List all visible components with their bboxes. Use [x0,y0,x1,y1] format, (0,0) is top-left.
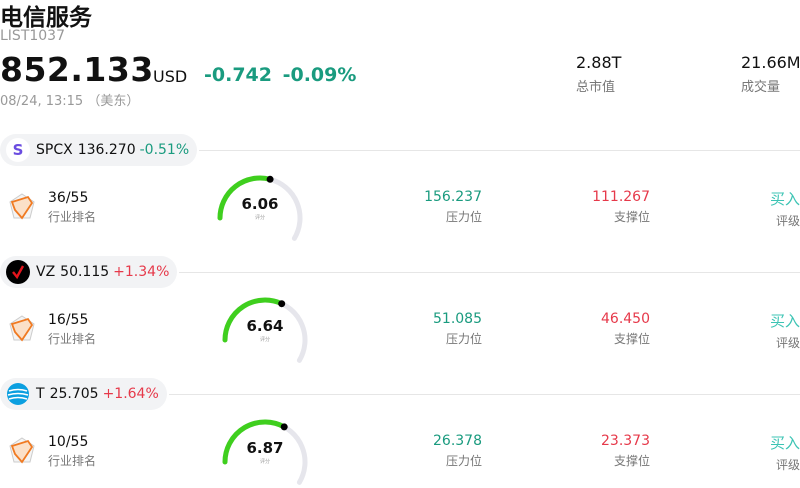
stock-change-pct: -0.51% [139,142,190,158]
analyst-rating[interactable]: 买入 评级 [770,310,800,351]
stock-pill[interactable]: T 25.705 +1.64% [0,378,167,410]
support-value: 111.267 [592,189,650,205]
support-level: 111.267 支撑位 [592,189,650,225]
market-cap-label: 总市值 [576,80,616,95]
resistance-level: 26.378 压力位 [433,433,482,469]
support-value: 46.450 [601,311,650,327]
rating-value: 买入 [769,190,800,208]
industry-rank-value: 36/55 [48,190,89,206]
att-globe-icon [6,382,30,406]
industry-rank-label: 行业排名 [48,332,97,346]
industry-rank-icon [8,192,36,222]
support-value: 23.373 [601,433,650,449]
price-change-pct: -0.09% [282,64,357,86]
industry-rank-icon [8,436,36,466]
stock-pill[interactable]: VZ 50.115 +1.34% [0,256,178,288]
rating-label: 评级 [775,458,800,472]
s-letter-icon: S [6,138,30,162]
support-level: 46.450 支撑位 [601,311,650,347]
verizon-check-icon [6,260,30,284]
volume-label: 成交量 [741,80,781,95]
rating-value: 买入 [769,434,800,452]
score-label: 评分 [259,459,270,465]
rating-value: 买入 [769,312,800,330]
stock-price: 25.705 [49,386,99,402]
rating-label: 评级 [775,214,800,228]
sector-price: 852.133 [0,50,154,89]
score-value: 6.06 [241,195,279,213]
stock-change-pct: +1.64% [102,386,159,402]
industry-rank-icon [8,314,36,344]
quote-timestamp: 08/24, 13:15 （美东） [0,94,140,109]
analyst-rating[interactable]: 买入 评级 [770,188,800,229]
resistance-value: 51.085 [433,311,482,327]
support-label: 支撑位 [613,332,650,346]
stock-symbol: SPCX [36,142,73,158]
industry-rank-label: 行业排名 [48,454,97,468]
resistance-level: 51.085 压力位 [433,311,482,347]
price-currency: USD [153,67,188,86]
score-value: 6.87 [246,439,284,457]
row-divider [199,150,800,151]
resistance-level: 156.237 压力位 [424,189,482,225]
volume-value: 21.66M [741,53,800,72]
stock-pill[interactable]: S SPCX 136.270 -0.51% [0,134,198,166]
stock-price: 136.270 [77,142,136,158]
resistance-value: 26.378 [433,433,482,449]
sector-code: LIST1037 [0,28,65,44]
stock-symbol: VZ [36,264,56,280]
resistance-value: 156.237 [424,189,482,205]
industry-rank-value: 10/55 [48,434,89,450]
support-label: 支撑位 [613,454,650,468]
resistance-label: 压力位 [445,210,482,224]
support-level: 23.373 支撑位 [601,433,650,469]
price-change-value: -0.742 [204,64,272,86]
stock-change-pct: +1.34% [113,264,170,280]
stock-price: 50.115 [60,264,110,280]
support-label: 支撑位 [613,210,650,224]
industry-rank-value: 16/55 [48,312,89,328]
industry-rank-label: 行业排名 [48,210,97,224]
stock-symbol: T [36,386,45,402]
volume-stat: 21.66M 成交量 [741,53,800,95]
price-change: -0.742 -0.09% [204,64,356,86]
market-cap-value: 2.88T [576,53,622,72]
score-label: 评分 [259,337,270,343]
row-divider [169,394,800,395]
resistance-label: 压力位 [445,454,482,468]
rating-label: 评级 [775,336,800,350]
row-divider [179,272,800,273]
market-cap-stat: 2.88T 总市值 [576,53,621,95]
score-value: 6.64 [246,317,284,335]
analyst-rating[interactable]: 买入 评级 [770,432,800,473]
resistance-label: 压力位 [445,332,482,346]
score-label: 评分 [254,215,265,221]
